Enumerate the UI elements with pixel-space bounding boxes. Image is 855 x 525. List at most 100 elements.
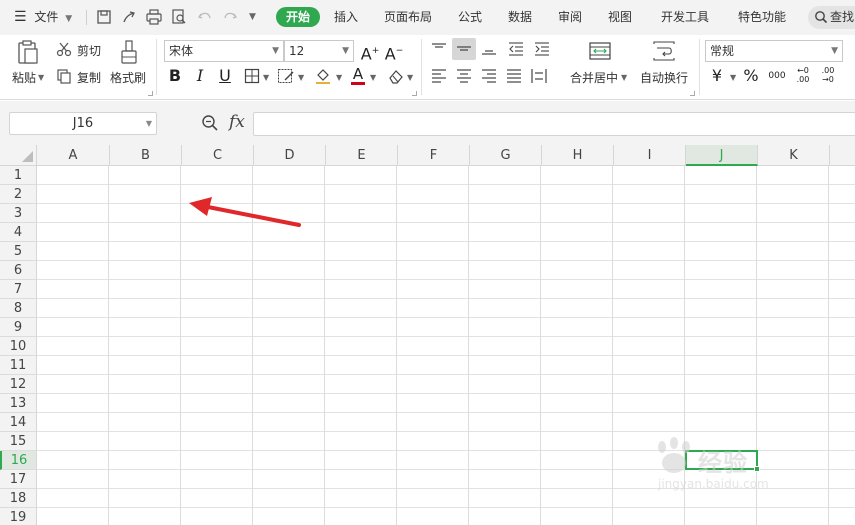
align-right-button[interactable] (480, 68, 498, 84)
column-header-partial[interactable] (830, 145, 855, 166)
clipboard-group-launcher-icon[interactable] (148, 91, 153, 96)
currency-button[interactable]: ¥ (709, 66, 725, 86)
export-pdf-icon[interactable] (120, 8, 138, 26)
row-header-13[interactable]: 13 (0, 394, 37, 413)
search-box[interactable]: 查找 (808, 6, 855, 29)
column-header-e[interactable]: E (326, 145, 398, 166)
tab-home[interactable]: 开始 (276, 7, 321, 27)
tab-formulas[interactable]: 公式 (458, 7, 482, 27)
paste-button[interactable] (16, 39, 40, 67)
cell-style-button[interactable] (277, 68, 295, 84)
column-header-c[interactable]: C (182, 145, 254, 166)
paste-dropdown-icon[interactable]: ▼ (38, 73, 44, 82)
column-header-b[interactable]: B (110, 145, 182, 166)
align-bottom-button[interactable] (480, 40, 498, 58)
tab-developer[interactable]: 开发工具 (661, 7, 709, 27)
copy-button[interactable] (56, 68, 72, 84)
redo-icon[interactable] (221, 8, 239, 26)
insert-function-button[interactable]: fx (229, 112, 245, 132)
row-header-10[interactable]: 10 (0, 337, 37, 356)
increase-decimal-button[interactable]: ←0 .00 (793, 66, 813, 84)
align-left-button[interactable] (430, 68, 448, 84)
fill-color-button[interactable] (314, 67, 332, 85)
underline-button[interactable]: U (216, 66, 234, 86)
font-group-launcher-icon[interactable] (412, 91, 417, 96)
justify-button[interactable] (505, 68, 523, 84)
undo-icon[interactable] (196, 8, 214, 26)
percent-button[interactable]: % (743, 66, 759, 86)
merge-center-dropdown-icon[interactable]: ▼ (621, 73, 627, 82)
column-header-f[interactable]: F (398, 145, 470, 166)
row-header-2[interactable]: 2 (0, 185, 37, 204)
row-header-9[interactable]: 9 (0, 318, 37, 337)
cut-button[interactable] (56, 41, 72, 57)
column-header-a[interactable]: A (37, 145, 110, 166)
quick-access-more-icon[interactable]: ▼ (249, 0, 256, 35)
format-painter-button[interactable] (118, 39, 140, 67)
decrease-indent-button[interactable] (507, 40, 525, 58)
row-header-7[interactable]: 7 (0, 280, 37, 299)
tab-view[interactable]: 视图 (608, 7, 632, 27)
increase-font-size-icon[interactable]: A+ (360, 41, 380, 64)
font-color-button[interactable]: A (350, 65, 366, 86)
row-header-5[interactable]: 5 (0, 242, 37, 261)
save-icon[interactable] (95, 8, 113, 26)
row-header-16[interactable]: 16 (0, 451, 37, 470)
wrap-text-button[interactable] (652, 40, 676, 62)
merge-center-button[interactable] (588, 40, 612, 62)
borders-dropdown-icon[interactable]: ▼ (263, 73, 269, 82)
bold-button[interactable]: B (166, 66, 184, 86)
print-icon[interactable] (145, 8, 163, 26)
column-header-h[interactable]: H (542, 145, 614, 166)
row-header-1[interactable]: 1 (0, 166, 37, 185)
font-name-select[interactable]: 宋体 ▼ (164, 40, 284, 62)
column-header-d[interactable]: D (254, 145, 326, 166)
column-header-g[interactable]: G (470, 145, 542, 166)
borders-button[interactable] (244, 68, 260, 84)
file-menu[interactable]: ☰ 文件 ▼ (14, 0, 72, 35)
tab-page-layout[interactable]: 页面布局 (384, 7, 432, 27)
tab-review[interactable]: 审阅 (558, 7, 582, 27)
number-format-select[interactable]: 常规 ▼ (705, 40, 843, 62)
row-header-4[interactable]: 4 (0, 223, 37, 242)
name-box[interactable]: J16 ▼ (9, 112, 157, 135)
column-header-i[interactable]: I (614, 145, 686, 166)
fill-color-dropdown-icon[interactable]: ▼ (336, 73, 342, 82)
tab-insert[interactable]: 插入 (334, 7, 358, 27)
column-header-j[interactable]: J (686, 145, 758, 166)
row-header-3[interactable]: 3 (0, 204, 37, 223)
increase-indent-button[interactable] (533, 40, 551, 58)
decrease-font-size-icon[interactable]: A− (384, 41, 404, 64)
copy-label[interactable]: 复制 (77, 69, 101, 86)
align-top-button[interactable] (430, 40, 448, 58)
clear-format-button[interactable] (387, 67, 405, 85)
select-all-button[interactable] (0, 145, 37, 166)
alignment-group-launcher-icon[interactable] (690, 91, 695, 96)
align-center-button[interactable] (455, 68, 473, 84)
row-header-8[interactable]: 8 (0, 299, 37, 318)
tab-special-features[interactable]: 特色功能 (738, 7, 786, 27)
wrap-text-label[interactable]: 自动换行 (640, 69, 688, 86)
row-header-14[interactable]: 14 (0, 413, 37, 432)
distributed-align-button[interactable] (530, 68, 548, 84)
clear-format-dropdown-icon[interactable]: ▼ (407, 73, 413, 82)
currency-dropdown-icon[interactable]: ▼ (730, 73, 736, 82)
decrease-decimal-button[interactable]: .00 →0 (818, 66, 838, 84)
cut-label[interactable]: 剪切 (77, 42, 101, 59)
formula-input[interactable] (253, 112, 855, 136)
row-header-17[interactable]: 17 (0, 470, 37, 489)
row-header-18[interactable]: 18 (0, 489, 37, 508)
row-header-15[interactable]: 15 (0, 432, 37, 451)
row-header-11[interactable]: 11 (0, 356, 37, 375)
print-preview-icon[interactable] (170, 8, 188, 26)
row-header-12[interactable]: 12 (0, 375, 37, 394)
tab-data[interactable]: 数据 (508, 7, 532, 27)
align-middle-button[interactable] (452, 38, 476, 60)
italic-button[interactable]: I (191, 66, 209, 86)
merge-center-label[interactable]: 合并居中 (570, 69, 618, 86)
font-size-select[interactable]: 12 ▼ (284, 40, 354, 62)
thousands-separator-button[interactable]: 000 (766, 66, 788, 86)
row-header-19[interactable]: 19 (0, 508, 37, 525)
row-header-6[interactable]: 6 (0, 261, 37, 280)
cell-style-dropdown-icon[interactable]: ▼ (298, 73, 304, 82)
